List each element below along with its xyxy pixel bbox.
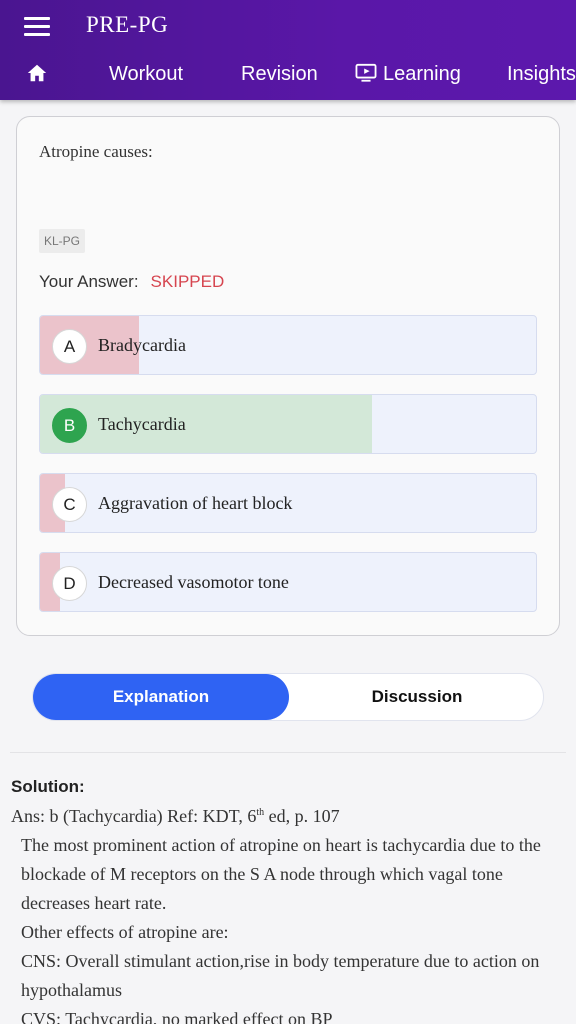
option-letter: D (52, 566, 87, 601)
answer-status-badge: SKIPPED (150, 272, 225, 291)
nav-item-workout[interactable]: Workout (109, 52, 183, 96)
tab-switcher: Explanation Discussion (32, 673, 544, 721)
nav-item-learning[interactable]: Learning (355, 52, 461, 96)
hamburger-menu-icon[interactable] (24, 17, 50, 37)
solution-heading: Solution: (11, 777, 85, 796)
app-title: PRE-PG (86, 12, 169, 37)
tv-play-icon (355, 63, 377, 82)
answer-reference-text: Ans: b (Tachycardia) Ref: KDT, 6 (11, 806, 257, 826)
option-text: Aggravation of heart block (98, 493, 293, 513)
solution-paragraph: CVS: Tachycardia, no marked effect on BP (21, 1009, 333, 1024)
question-card: Atropine causes: KL-PG Your Answer: SKIPP… (16, 116, 560, 636)
exam-tag: KL-PG (39, 229, 86, 253)
divider (10, 752, 566, 753)
solution-paragraph: CNS: Overall stimulant action,rise in bo… (21, 951, 540, 1000)
question-text: Atropine causes: (39, 142, 153, 161)
top-app-bar: PRE-PG Workout Revision Learning Insight… (0, 0, 576, 100)
solution-body: Ans: b (Tachycardia) Ref: KDT, 6th ed, p… (11, 802, 571, 1024)
option-letter: C (52, 487, 87, 522)
your-answer-label: Your Answer: (39, 272, 139, 291)
tab-discussion[interactable]: Discussion (289, 674, 545, 720)
nav-item-revision[interactable]: Revision (241, 52, 318, 96)
solution-paragraph: Other effects of atropine are: (21, 922, 229, 942)
response-share-bar (40, 395, 373, 453)
option-letter: A (52, 329, 87, 364)
answer-reference: Ans: b (Tachycardia) Ref: KDT, 6th ed, p… (11, 802, 571, 831)
home-icon[interactable] (26, 62, 48, 84)
answer-reference-suffix: ed, p. 107 (264, 806, 340, 826)
option-c[interactable]: C Aggravation of heart block (39, 473, 537, 533)
tab-explanation[interactable]: Explanation (33, 674, 289, 720)
solution-paragraph: The most prominent action of atropine on… (21, 835, 541, 913)
nav-bar: Workout Revision Learning Insights (0, 52, 576, 96)
option-letter: B (52, 408, 87, 443)
nav-item-learning-label: Learning (383, 63, 461, 85)
option-text: Tachycardia (98, 414, 186, 434)
option-text: Decreased vasomotor tone (98, 572, 289, 592)
option-text: Bradycardia (98, 335, 186, 355)
nav-item-insights[interactable]: Insights (507, 52, 576, 96)
option-d[interactable]: D Decreased vasomotor tone (39, 552, 537, 612)
your-answer-row: Your Answer: SKIPPED (39, 272, 224, 292)
edition-superscript: th (256, 807, 265, 818)
option-b[interactable]: B Tachycardia (39, 394, 537, 454)
option-a[interactable]: A Bradycardia (39, 315, 537, 375)
